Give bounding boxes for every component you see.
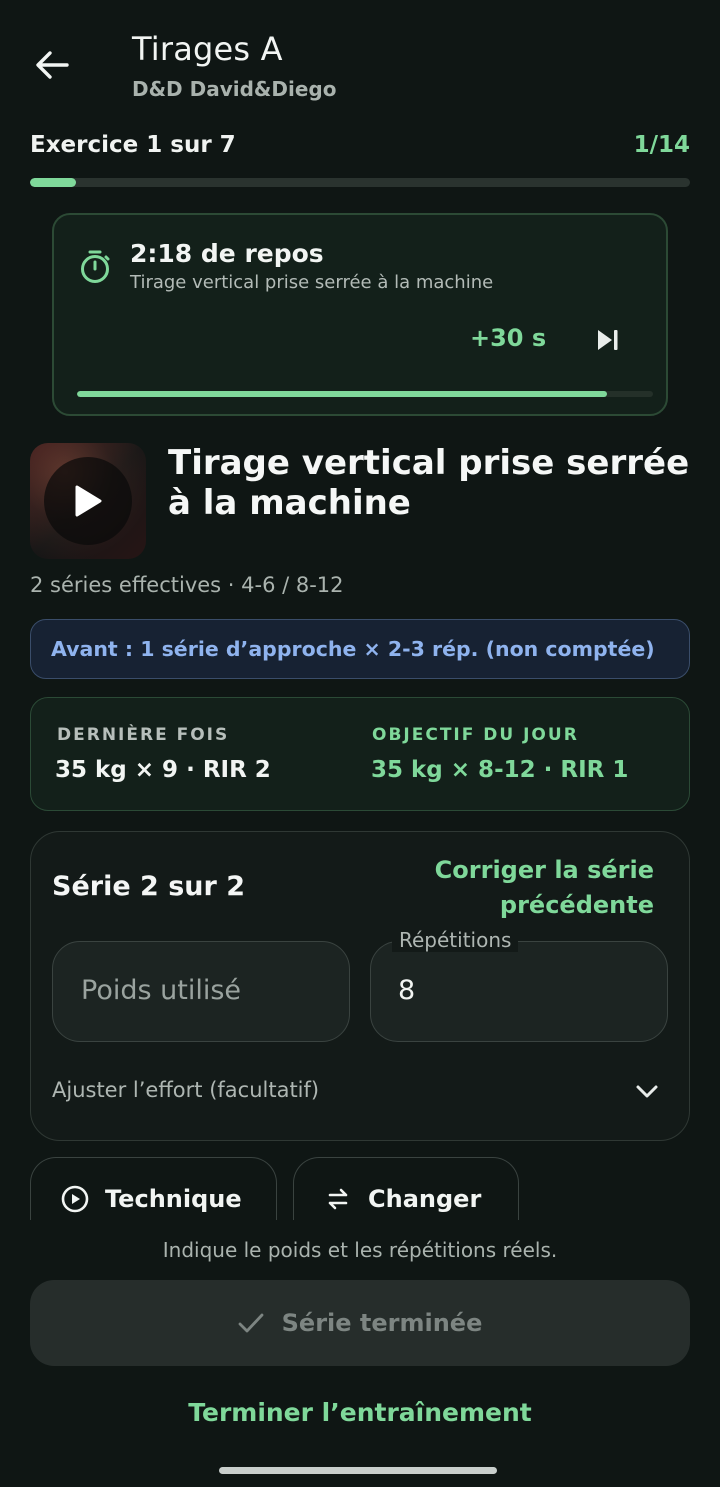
set-progress-count: 1/14 bbox=[633, 132, 690, 158]
play-button[interactable] bbox=[44, 457, 132, 545]
target-value: 35 kg × 8-12 · RIR 1 bbox=[371, 757, 629, 783]
chevron-down-icon[interactable] bbox=[633, 1077, 661, 1105]
exercise-progress-label: Exercice 1 sur 7 bbox=[30, 132, 236, 158]
page-subtitle: D&D David&Diego bbox=[132, 77, 337, 101]
skip-next-icon[interactable] bbox=[594, 326, 622, 354]
change-label: Changer bbox=[368, 1185, 482, 1213]
stopwatch-icon bbox=[81, 250, 110, 283]
history-card bbox=[30, 697, 690, 811]
swap-icon bbox=[328, 1188, 348, 1210]
hint-text: Indique le poids et les répétitions réel… bbox=[162, 1238, 558, 1262]
effort-toggle-label[interactable]: Ajuster l’effort (facultatif) bbox=[52, 1078, 319, 1102]
home-indicator[interactable] bbox=[219, 1467, 497, 1474]
rest-progress-bar bbox=[77, 391, 653, 397]
back-button[interactable] bbox=[24, 40, 80, 90]
exercise-title: Tirage vertical prise serrée à la machin… bbox=[168, 443, 690, 523]
set-done-button[interactable]: Série terminée bbox=[30, 1280, 690, 1366]
fix-previous-set-link[interactable]: Corriger la série précédente bbox=[400, 853, 654, 923]
finish-workout-button[interactable]: Terminer l’entraînement bbox=[0, 1398, 720, 1427]
set-done-label: Série terminée bbox=[281, 1309, 483, 1337]
scroll-fade bbox=[0, 1220, 720, 1240]
technique-label: Technique bbox=[105, 1185, 242, 1213]
reps-input-label: Répétitions bbox=[392, 928, 519, 952]
last-time-label: DERNIÈRE FOIS bbox=[57, 725, 230, 745]
set-title: Série 2 sur 2 bbox=[52, 871, 246, 902]
weight-input-placeholder: Poids utilisé bbox=[81, 975, 242, 1006]
reps-input-value: 8 bbox=[398, 975, 416, 1006]
last-time-value: 35 kg × 9 · RIR 2 bbox=[55, 757, 271, 783]
target-label: OBJECTIF DU JOUR bbox=[372, 725, 579, 745]
rest-time-label: 2:18 de repos bbox=[130, 239, 324, 268]
warmup-text: Avant : 1 série d’approche × 2-3 rép. (n… bbox=[51, 637, 655, 661]
play-circle-icon bbox=[61, 1185, 89, 1213]
exercise-meta: 2 séries effectives · 4-6 / 8-12 bbox=[30, 573, 344, 597]
rest-exercise-name: Tirage vertical prise serrée à la machin… bbox=[130, 272, 494, 293]
arrow-left-icon bbox=[36, 51, 69, 79]
rest-progress-fill bbox=[77, 391, 607, 397]
warmup-banner: Avant : 1 série d’approche × 2-3 rép. (n… bbox=[30, 619, 690, 679]
check-icon bbox=[238, 1313, 264, 1333]
exercise-video-thumbnail[interactable] bbox=[30, 443, 146, 559]
page-title: Tirages A bbox=[132, 30, 283, 68]
workout-progress-fill bbox=[30, 178, 77, 187]
play-icon bbox=[75, 485, 102, 517]
add-30s-button[interactable]: +30 s bbox=[470, 324, 546, 352]
workout-progress-bar bbox=[30, 178, 690, 187]
